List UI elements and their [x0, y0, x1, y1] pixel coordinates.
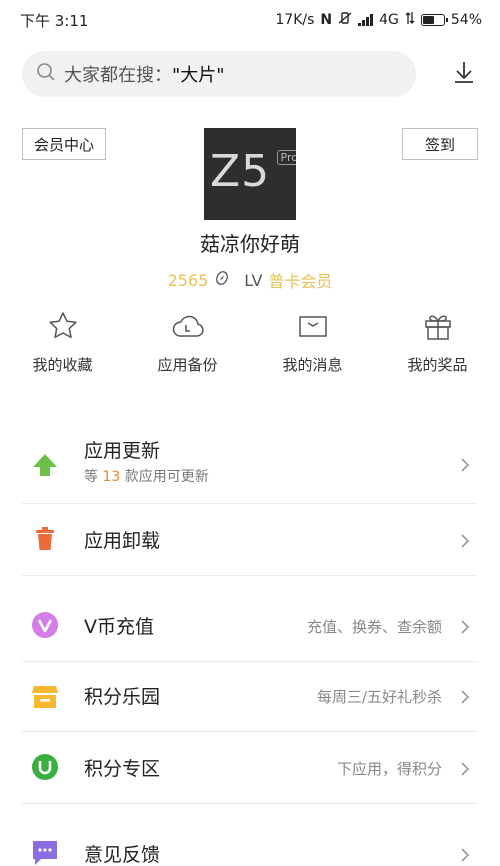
message-icon: [295, 308, 331, 344]
quick-prizes[interactable]: 我的奖品: [375, 308, 500, 388]
vcoin-icon: [30, 610, 60, 640]
avatar[interactable]: Z5 Pro: [204, 128, 296, 220]
download-button[interactable]: [446, 56, 482, 92]
menu-feedback[interactable]: 意见反馈: [22, 818, 478, 866]
quick-actions: 我的收藏 应用备份 我的消息 我的奖品: [0, 308, 500, 388]
menu-app-update[interactable]: 应用更新 等 13 款应用可更新: [22, 424, 478, 504]
menu-hint: 充值、换券、查余额: [306, 618, 442, 636]
search-input[interactable]: 大家都在搜："大片": [22, 51, 416, 97]
search-icon: [36, 62, 56, 86]
network-type: 4G: [379, 12, 399, 28]
quick-label: 我的消息: [282, 356, 343, 374]
status-time: 下午 3:11: [20, 11, 89, 30]
menu-hint: 下应用，得积分: [336, 760, 442, 778]
data-transfer-icon: [405, 11, 415, 29]
cloud-icon: [170, 308, 206, 344]
chevron-right-icon: [458, 761, 472, 776]
member-center-button[interactable]: 会员中心: [22, 128, 106, 160]
quick-messages[interactable]: 我的消息: [250, 308, 375, 388]
menu-points-park[interactable]: 积分乐园 每周三/五好礼秒杀: [22, 662, 478, 732]
update-count: 13: [102, 469, 121, 485]
nfc-icon: N: [320, 12, 333, 28]
battery-percent: 54%: [450, 12, 482, 28]
sign-in-button[interactable]: 签到: [402, 128, 478, 160]
avatar-badge: Pro: [276, 150, 296, 165]
menu-title: 应用更新: [84, 440, 161, 462]
update-arrow-icon: [30, 450, 60, 480]
quick-backup[interactable]: 应用备份: [125, 308, 250, 388]
quick-label: 我的收藏: [32, 356, 93, 374]
menu-vcoin-recharge[interactable]: V币充值 充值、换券、查余额: [22, 590, 478, 662]
download-icon: [452, 60, 476, 88]
quick-label: 我的奖品: [407, 356, 468, 374]
menu-title: V币充值: [84, 616, 154, 638]
chevron-right-icon: [458, 533, 472, 548]
menu-title: 积分乐园: [84, 686, 161, 708]
star-icon: [45, 308, 81, 344]
menu-title: 应用卸载: [84, 530, 161, 552]
menu-app-uninstall[interactable]: 应用卸载: [22, 504, 478, 576]
level-label: LV: [244, 270, 263, 290]
quick-favorites[interactable]: 我的收藏: [0, 308, 125, 388]
search-row: 大家都在搜："大片": [22, 50, 482, 98]
menu-points-zone[interactable]: 积分专区 下应用，得积分: [22, 732, 478, 804]
battery-icon: [420, 14, 448, 26]
menu-title: 积分专区: [84, 758, 161, 780]
status-bar: 下午 3:11 17K/s N 4G 54%: [0, 0, 500, 40]
points-zone-icon: [30, 752, 60, 782]
chevron-right-icon: [458, 847, 472, 862]
avatar-text: Z5: [210, 146, 271, 197]
network-speed: 17K/s: [275, 12, 315, 28]
coin-icon: [214, 270, 230, 290]
menu-title: 意见反馈: [84, 844, 161, 866]
quick-label: 应用备份: [157, 356, 218, 374]
menu-subtitle: 等 13 款应用可更新: [84, 469, 209, 485]
status-indicators: 17K/s N 4G 54%: [275, 11, 482, 29]
username: 菇凉你好萌: [200, 232, 300, 256]
chevron-right-icon: [458, 457, 472, 472]
search-placeholder: 大家都在搜："大片": [64, 65, 225, 86]
chevron-right-icon: [458, 619, 472, 634]
signal-icon: [358, 14, 374, 26]
trash-icon: [30, 524, 60, 554]
feedback-icon: [30, 838, 60, 866]
menu-hint: 每周三/五好礼秒杀: [316, 688, 442, 706]
chevron-right-icon: [458, 689, 472, 704]
gift-icon: [420, 308, 456, 344]
member-type[interactable]: 普卡会员: [268, 268, 332, 292]
points-value[interactable]: 2565: [168, 271, 209, 290]
store-icon: [30, 682, 60, 712]
level-row: 2565 LV 普卡会员: [0, 268, 500, 292]
vibrate-icon: [338, 11, 352, 29]
search-keyword: "大片": [172, 65, 225, 86]
